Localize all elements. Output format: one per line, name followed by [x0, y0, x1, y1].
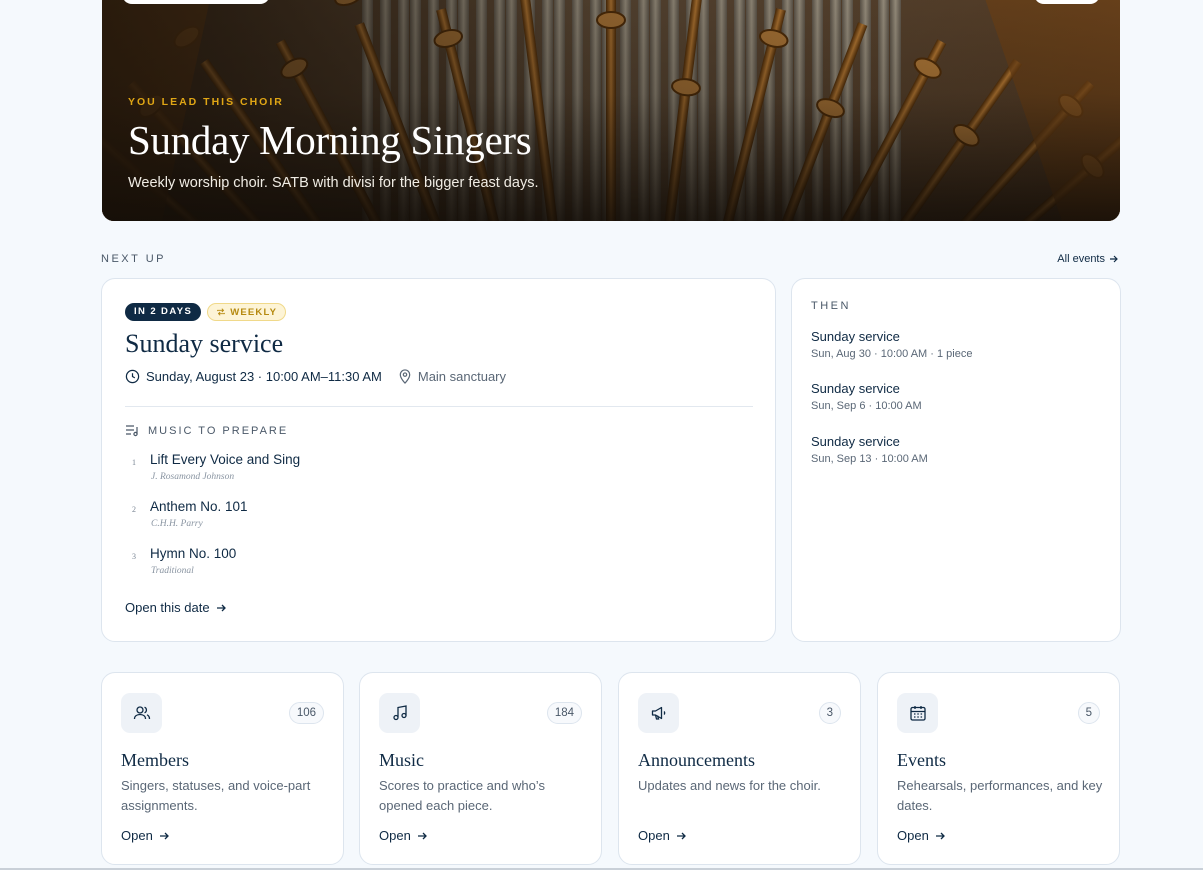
- piece-title: Anthem No. 101: [150, 499, 248, 514]
- music-title: Music: [379, 750, 424, 770]
- upcoming-event-title: Sunday service: [811, 381, 900, 396]
- open-label: Open: [638, 828, 670, 843]
- users-icon: [121, 693, 162, 733]
- arrow-right-icon: [1110, 255, 1118, 263]
- event-datetime: Sunday, August 23 · 10:00 AM–11:30 AM: [125, 369, 382, 384]
- hero-eyebrow: YOU LEAD THIS CHOIR: [128, 96, 284, 108]
- music-to-prepare-label: MUSIC TO PREPARE: [148, 424, 289, 437]
- announcements-count-badge: 3: [818, 702, 841, 724]
- next-event-card: IN 2 DAYS WEEKLY Sunday service Sunday, …: [101, 278, 776, 642]
- open-this-date-label: Open this date: [125, 600, 210, 615]
- recurrence-label: WEEKLY: [230, 306, 278, 318]
- clock-icon: [125, 369, 140, 384]
- all-events-link[interactable]: All events: [1057, 253, 1119, 265]
- then-label: THEN: [811, 300, 851, 312]
- members-title: Members: [121, 750, 189, 770]
- piece-number: 2: [132, 505, 136, 514]
- upcoming-event-details: Sun, Sep 6 · 10:00 AM: [811, 400, 922, 412]
- events-title: Events: [897, 750, 946, 770]
- music-note-icon: [379, 693, 420, 733]
- upcoming-event-item[interactable]: Sunday service Sun, Aug 30 · 10:00 AM · …: [811, 329, 972, 360]
- arrow-right-icon: [676, 832, 686, 839]
- megaphone-icon: [638, 693, 679, 733]
- members-count-badge: 106: [288, 702, 324, 724]
- playlist-icon: [126, 425, 138, 437]
- event-when-text: Sunday, August 23 · 10:00 AM–11:30 AM: [146, 369, 382, 384]
- announcements-title: Announcements: [638, 750, 755, 770]
- countdown-badge: IN 2 DAYS: [125, 303, 202, 321]
- upcoming-event-title: Sunday service: [811, 434, 900, 449]
- hero-top-control-left[interactable]: [122, 0, 270, 4]
- arrow-right-icon: [417, 832, 427, 839]
- upcoming-event-title: Sunday service: [811, 329, 900, 344]
- upcoming-event-details: Sun, Sep 13 · 10:00 AM: [811, 453, 928, 465]
- members-open-link[interactable]: Open: [121, 828, 170, 843]
- music-description: Scores to practice and who’s opened each…: [379, 778, 545, 813]
- piece-number: 3: [132, 552, 136, 561]
- piece-title: Lift Every Voice and Sing: [150, 452, 301, 467]
- arrow-right-icon: [216, 604, 226, 611]
- piece-title: Hymn No. 100: [150, 546, 237, 561]
- music-count-badge: 184: [546, 702, 582, 724]
- upcoming-event-item[interactable]: Sunday service Sun, Sep 6 · 10:00 AM: [811, 381, 922, 412]
- piece-composer: Traditional: [151, 566, 194, 576]
- event-where-text: Main sanctuary: [417, 369, 507, 384]
- music-open-link[interactable]: Open: [379, 828, 428, 843]
- music-card[interactable]: 184 Music Scores to practice and who’s o…: [359, 672, 602, 865]
- next-up-label: NEXT UP: [101, 253, 166, 265]
- open-label: Open: [121, 828, 153, 843]
- event-location: Main sanctuary: [398, 369, 506, 384]
- announcements-open-link[interactable]: Open: [638, 828, 687, 843]
- repeat-icon: [217, 308, 225, 316]
- events-count-badge: 5: [1077, 702, 1100, 724]
- piece-composer: C.H.H. Parry: [151, 519, 203, 529]
- map-pin-icon: [399, 369, 411, 384]
- choir-description: Weekly worship choir. SATB with divisi f…: [128, 175, 539, 191]
- all-events-label: All events: [1057, 253, 1105, 265]
- upcoming-event-details: Sun, Aug 30 · 10:00 AM · 1 piece: [811, 348, 973, 360]
- hero-top-control-right[interactable]: [1034, 0, 1100, 4]
- piece-composer: J. Rosamond Johnson: [151, 472, 235, 482]
- event-title: Sunday service: [125, 329, 284, 358]
- announcements-description: Updates and news for the choir.: [638, 778, 821, 793]
- events-description: Rehearsals, performances, and key dates.: [897, 778, 1103, 813]
- open-label: Open: [379, 828, 411, 843]
- piece-number: 1: [132, 458, 136, 467]
- music-to-prepare-header: MUSIC TO PREPARE: [125, 424, 288, 437]
- open-this-date-link[interactable]: Open this date: [125, 600, 227, 615]
- choir-title: Sunday Morning Singers: [128, 117, 532, 163]
- events-card[interactable]: 5 Events Rehearsals, performances, and k…: [877, 672, 1120, 865]
- events-open-link[interactable]: Open: [897, 828, 946, 843]
- open-label: Open: [897, 828, 929, 843]
- announcements-card[interactable]: 3 Announcements Updates and news for the…: [618, 672, 861, 865]
- upcoming-event-item[interactable]: Sunday service Sun, Sep 13 · 10:00 AM: [811, 434, 928, 465]
- calendar-icon: [897, 693, 938, 733]
- hero-banner: YOU LEAD THIS CHOIR Sunday Morning Singe…: [102, 0, 1120, 221]
- arrow-right-icon: [935, 832, 945, 839]
- arrow-right-icon: [159, 832, 169, 839]
- recurrence-badge: WEEKLY: [207, 303, 287, 321]
- members-card[interactable]: 106 Members Singers, statuses, and voice…: [101, 672, 344, 865]
- members-description: Singers, statuses, and voice-part assign…: [121, 778, 311, 813]
- upcoming-events-card: THEN Sunday service Sun, Aug 30 · 10:00 …: [791, 278, 1121, 642]
- divider: [125, 406, 753, 407]
